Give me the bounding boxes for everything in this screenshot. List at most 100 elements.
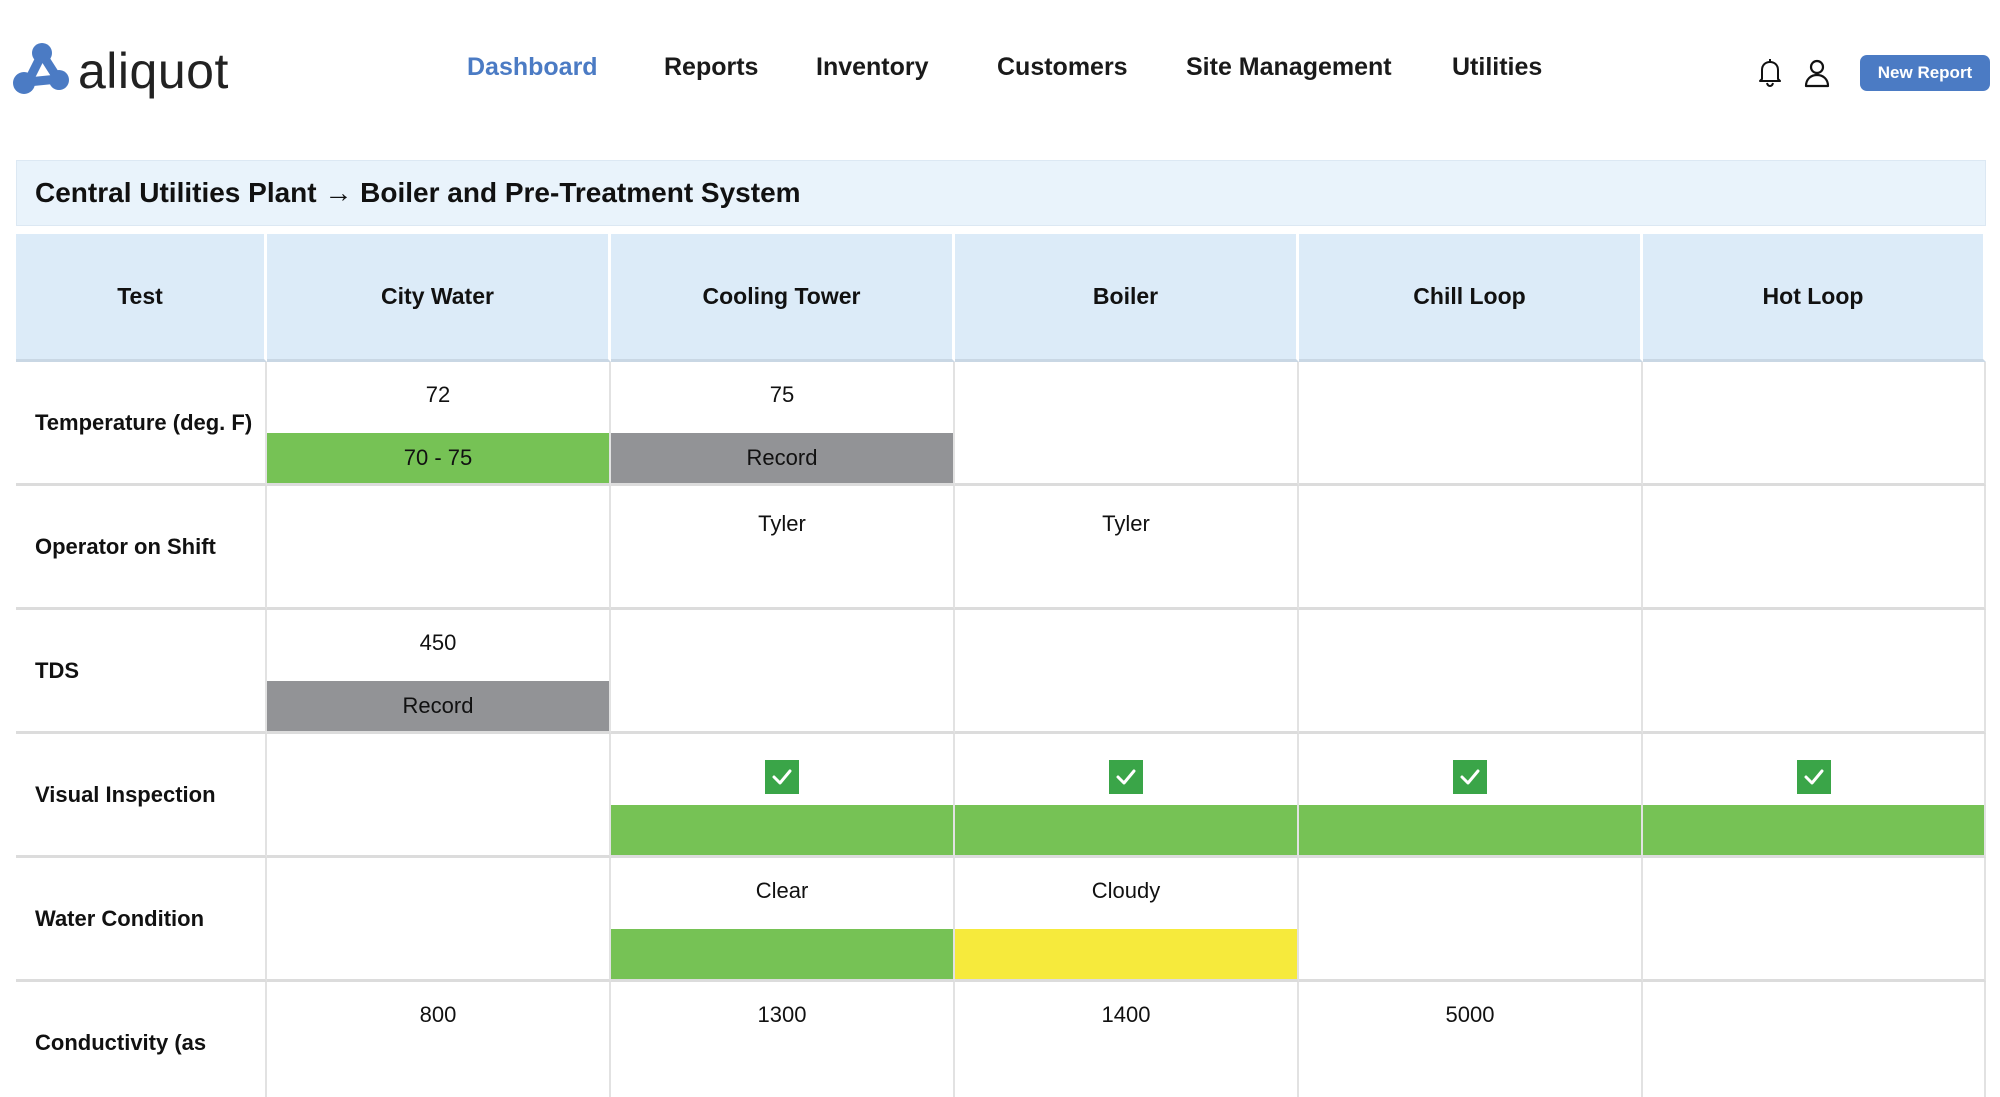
row-label: Temperature (deg. F) bbox=[35, 409, 253, 435]
result-value: Cloudy bbox=[1091, 878, 1161, 903]
column-header-chill-loop: Chill Loop bbox=[1299, 234, 1643, 362]
result-cell-city-water[interactable]: 450 Record bbox=[267, 610, 611, 734]
column-header-test: Test bbox=[16, 234, 267, 362]
breadcrumb: Central Utilities Plant → Boiler and Pre… bbox=[16, 160, 1986, 226]
result-value: Clear bbox=[755, 878, 809, 903]
result-cell-city-water[interactable] bbox=[267, 858, 611, 982]
row-label: Conductivity (as bbox=[35, 1029, 207, 1055]
column-header-hot-loop: Hot Loop bbox=[1643, 234, 1986, 362]
status-band-grey: Record bbox=[611, 433, 953, 483]
nav-dashboard[interactable]: Dashboard bbox=[467, 52, 598, 82]
status-band-green bbox=[1643, 805, 1984, 855]
result-cell-cooling-tower[interactable]: 75 Record bbox=[611, 362, 955, 486]
row-label-cell: Water Condition bbox=[16, 858, 267, 982]
nav-customers[interactable]: Customers bbox=[997, 52, 1128, 82]
row-label-cell: Visual Inspection bbox=[16, 734, 267, 858]
column-header-label: Boiler bbox=[1092, 283, 1159, 309]
table-row: TDS 450 Record bbox=[16, 610, 1986, 734]
nav-inventory[interactable]: Inventory bbox=[816, 52, 929, 82]
status-band-green: 70 - 75 bbox=[267, 433, 609, 483]
result-cell-hot-loop[interactable] bbox=[1643, 486, 1986, 610]
result-cell-chill-loop[interactable] bbox=[1299, 858, 1643, 982]
result-cell-boiler[interactable]: 1400 bbox=[955, 982, 1299, 1097]
aliquot-logo[interactable]: aliquot bbox=[10, 34, 229, 104]
nav-utilities[interactable]: Utilities bbox=[1452, 52, 1542, 82]
result-cell-boiler[interactable] bbox=[955, 610, 1299, 734]
result-cell-cooling-tower[interactable] bbox=[611, 734, 955, 858]
result-cell-cooling-tower[interactable]: Clear bbox=[611, 858, 955, 982]
result-value: 1300 bbox=[757, 1002, 807, 1027]
result-cell-boiler[interactable]: Tyler bbox=[955, 486, 1299, 610]
result-cell-city-water[interactable]: 72 70 - 75 bbox=[267, 362, 611, 486]
row-label-cell: Operator on Shift bbox=[16, 486, 267, 610]
result-value: 72 bbox=[425, 382, 451, 407]
result-value: 5000 bbox=[1445, 1002, 1495, 1027]
result-cell-hot-loop[interactable] bbox=[1643, 982, 1986, 1097]
column-header-label: Cooling Tower bbox=[702, 283, 861, 309]
row-label: Operator on Shift bbox=[35, 533, 216, 559]
result-value: 800 bbox=[419, 1002, 457, 1027]
result-cell-hot-loop[interactable] bbox=[1643, 362, 1986, 486]
result-value: 1400 bbox=[1101, 1002, 1151, 1027]
nav-reports[interactable]: Reports bbox=[664, 52, 758, 82]
result-cell-city-water[interactable]: 800 bbox=[267, 982, 611, 1097]
nav-site-management[interactable]: Site Management bbox=[1186, 52, 1392, 82]
bell-icon[interactable] bbox=[1753, 55, 1787, 89]
logo-mark-icon bbox=[13, 43, 69, 94]
result-value: Tyler bbox=[758, 511, 806, 536]
result-cell-chill-loop[interactable] bbox=[1299, 362, 1643, 486]
result-cell-cooling-tower[interactable]: 1300 bbox=[611, 982, 955, 1097]
table-row: Visual Inspection bbox=[16, 734, 1986, 858]
table-row: Operator on Shift Tyler Tyler bbox=[16, 486, 1986, 610]
row-label: Water Condition bbox=[35, 905, 205, 931]
row-label: TDS bbox=[35, 657, 79, 683]
result-cell-cooling-tower[interactable] bbox=[611, 610, 955, 734]
status-band-green bbox=[1299, 805, 1641, 855]
result-cell-boiler[interactable] bbox=[955, 362, 1299, 486]
table-row: Temperature (deg. F) 72 70 - 75 75 Record bbox=[16, 362, 1986, 486]
result-value: 450 bbox=[419, 630, 457, 655]
result-cell-boiler[interactable] bbox=[955, 734, 1299, 858]
row-label-cell: Temperature (deg. F) bbox=[16, 362, 267, 486]
result-cell-city-water[interactable] bbox=[267, 486, 611, 610]
status-band-yellow bbox=[955, 929, 1297, 979]
result-cell-hot-loop[interactable] bbox=[1643, 858, 1986, 982]
result-cell-chill-loop[interactable]: 5000 bbox=[1299, 982, 1643, 1097]
status-band-green bbox=[955, 805, 1297, 855]
column-header-city-water: City Water bbox=[267, 234, 611, 362]
checkbox-checked-icon[interactable] bbox=[1109, 760, 1143, 794]
user-icon[interactable] bbox=[1800, 55, 1834, 89]
logo-text: aliquot bbox=[78, 43, 229, 99]
result-cell-city-water[interactable] bbox=[267, 734, 611, 858]
checkbox-checked-icon[interactable] bbox=[1453, 760, 1487, 794]
status-band-green bbox=[611, 929, 953, 979]
column-header-cooling-tower: Cooling Tower bbox=[611, 234, 955, 362]
result-value: Tyler bbox=[1102, 511, 1150, 536]
result-cell-boiler[interactable]: Cloudy bbox=[955, 858, 1299, 982]
column-header-label: City Water bbox=[381, 283, 494, 309]
breadcrumb-text: Central Utilities Plant → Boiler and Pre… bbox=[35, 177, 801, 208]
result-cell-chill-loop[interactable] bbox=[1299, 486, 1643, 610]
status-band-grey: Record bbox=[267, 681, 609, 731]
status-band-green bbox=[611, 805, 953, 855]
row-label-cell: Conductivity (as bbox=[16, 982, 267, 1097]
row-label: Visual Inspection bbox=[35, 781, 216, 807]
row-label-cell: TDS bbox=[16, 610, 267, 734]
column-header-label: Chill Loop bbox=[1413, 283, 1526, 309]
result-cell-hot-loop[interactable] bbox=[1643, 734, 1986, 858]
table-header-row: Test City Water Cooling Tower Boiler Chill L… bbox=[16, 234, 1986, 362]
result-cell-cooling-tower[interactable]: Tyler bbox=[611, 486, 955, 610]
column-header-label: Test bbox=[117, 283, 163, 309]
top-navigation-bar: aliquot Dashboard Reports Inventory Cust… bbox=[0, 0, 2000, 140]
result-value: 75 bbox=[769, 382, 795, 407]
checkbox-checked-icon[interactable] bbox=[765, 760, 799, 794]
column-header-boiler: Boiler bbox=[955, 234, 1299, 362]
table-row: Water Condition Clear Cloudy bbox=[16, 858, 1986, 982]
column-header-label: Hot Loop bbox=[1762, 283, 1864, 309]
result-cell-chill-loop[interactable] bbox=[1299, 734, 1643, 858]
result-cell-chill-loop[interactable] bbox=[1299, 610, 1643, 734]
result-cell-hot-loop[interactable] bbox=[1643, 610, 1986, 734]
table-row: Conductivity (as 800 1300 1400 5000 bbox=[16, 982, 1986, 1097]
new-report-button[interactable]: New Report bbox=[1860, 55, 1990, 91]
checkbox-checked-icon[interactable] bbox=[1796, 760, 1831, 794]
